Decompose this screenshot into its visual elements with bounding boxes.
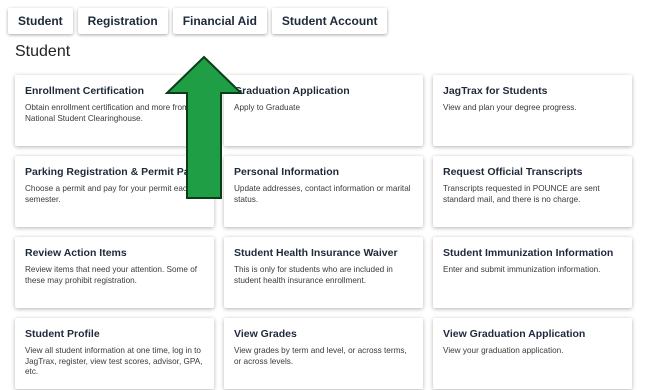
card-description: Choose a permit and pay for your permit … — [25, 184, 192, 204]
card-graduation-application[interactable]: Graduation Application Apply to Graduate — [224, 75, 423, 146]
card-title: Request Official Transcripts — [443, 166, 583, 178]
card-title: Personal Information — [234, 166, 340, 178]
card-review-action-items[interactable]: Review Action Items Review items that ne… — [15, 237, 214, 308]
tab-student[interactable]: Student — [8, 8, 73, 34]
card-description: Transcripts requested in POUNCE are sent… — [443, 184, 600, 204]
card-title: Parking Registration & Permit Payment — [25, 166, 204, 178]
card-request-official-transcripts[interactable]: Request Official Transcripts Transcripts… — [433, 156, 632, 227]
card-title: Student Profile — [25, 328, 100, 340]
page-title: Student — [15, 43, 71, 60]
card-description: Apply to Graduate — [234, 103, 300, 112]
card-title: Enrollment Certification — [25, 85, 145, 97]
card-description: Update addresses, contact information or… — [234, 184, 411, 204]
card-student-profile[interactable]: Student Profile View all student informa… — [15, 318, 214, 389]
card-view-graduation-application[interactable]: View Graduation Application View your gr… — [433, 318, 632, 389]
card-title: Review Action Items — [25, 247, 127, 259]
card-title: View Grades — [234, 328, 297, 340]
tab-student-account[interactable]: Student Account — [271, 8, 388, 34]
card-description: View grades by term and level, or across… — [234, 346, 407, 366]
card-description: Enter and submit immunization informatio… — [443, 265, 601, 274]
card-title: JagTrax for Students — [443, 85, 548, 97]
card-description: This is only for students who are includ… — [234, 265, 393, 285]
tab-registration[interactable]: Registration — [77, 8, 168, 34]
card-description: Obtain enrollment certification and more… — [25, 103, 203, 123]
card-student-immunization-information[interactable]: Student Immunization Information Enter a… — [433, 237, 632, 308]
card-description: View and plan your degree progress. — [443, 103, 577, 112]
card-title: View Graduation Application — [443, 328, 586, 340]
card-description: Review items that need your attention. S… — [25, 265, 198, 285]
tab-financial-aid[interactable]: Financial Aid — [172, 8, 267, 34]
card-title: Student Health Insurance Waiver — [234, 247, 398, 259]
card-personal-information[interactable]: Personal Information Update addresses, c… — [224, 156, 423, 227]
card-description: View all student information at one time… — [25, 346, 203, 376]
card-description: View your graduation application. — [443, 346, 564, 355]
card-view-grades[interactable]: View Grades View grades by term and leve… — [224, 318, 423, 389]
card-grid: Enrollment Certification Obtain enrollme… — [15, 75, 632, 389]
card-parking-registration[interactable]: Parking Registration & Permit Payment Ch… — [15, 156, 214, 227]
card-title: Student Immunization Information — [443, 247, 614, 259]
card-enrollment-certification[interactable]: Enrollment Certification Obtain enrollme… — [15, 75, 214, 146]
card-student-health-insurance-waiver[interactable]: Student Health Insurance Waiver This is … — [224, 237, 423, 308]
card-jagtrax-for-students[interactable]: JagTrax for Students View and plan your … — [433, 75, 632, 146]
card-title: Graduation Application — [234, 85, 350, 97]
top-nav-tabs: Student Registration Financial Aid Stude… — [8, 8, 388, 34]
